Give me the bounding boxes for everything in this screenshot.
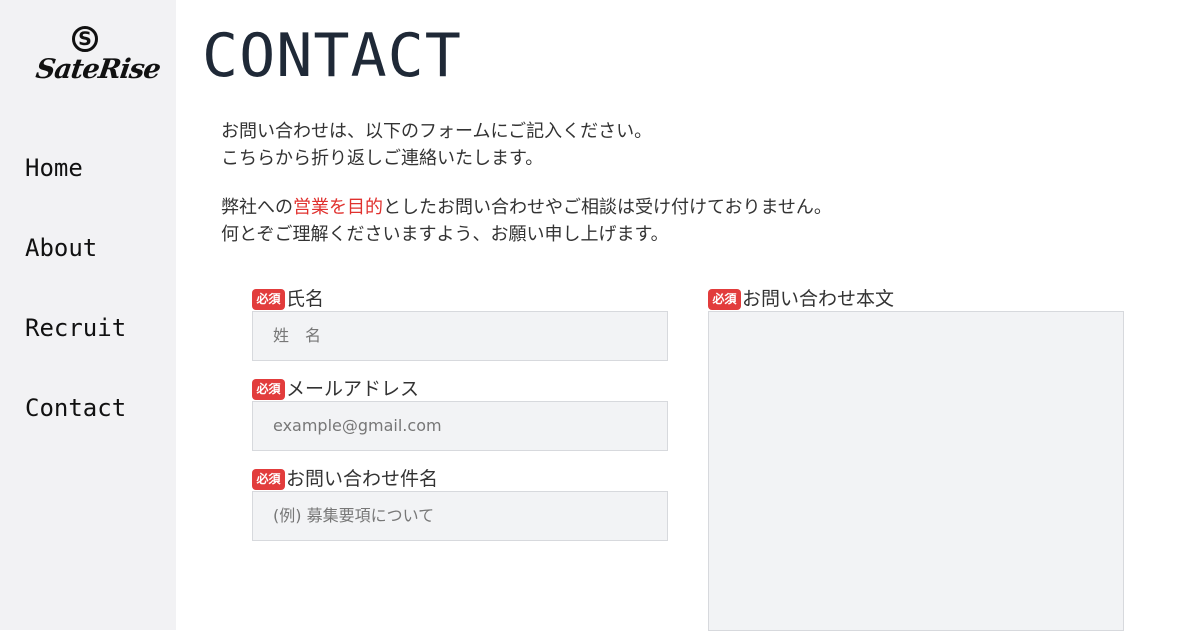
body-label: お問い合わせ本文 <box>742 288 895 310</box>
nav-item-about[interactable]: About <box>25 230 126 310</box>
intro-text: お問い合わせは、以下のフォームにご記入ください。 こちらから折り返しご連絡いたし… <box>221 118 832 270</box>
notice-highlight: 営業を目的 <box>293 197 383 218</box>
body-field-group: 必須 お問い合わせ本文 <box>708 287 1124 631</box>
intro-paragraph-2: 弊社への営業を目的としたお問い合わせやご相談は受け付けておりません。 何とぞご理… <box>221 194 832 248</box>
field-label: 必須 お問い合わせ件名 <box>252 467 668 491</box>
page-title: CONTACT <box>202 21 462 91</box>
intro-line: 何とぞご理解くださいますよう、お願い申し上げます。 <box>221 224 669 245</box>
notice-text: としたお問い合わせやご相談は受け付けておりません。 <box>383 197 832 218</box>
required-badge: 必須 <box>252 288 285 310</box>
nav-item-home[interactable]: Home <box>25 150 126 230</box>
field-label: 必須 氏名 <box>252 287 668 311</box>
subject-field-group: 必須 お問い合わせ件名 (例) 募集要項について <box>252 467 668 541</box>
email-field-group: 必須 メールアドレス example@gmail.com <box>252 377 668 451</box>
saterise-logo[interactable]: S SateRise <box>33 26 162 92</box>
logo-mark-icon: S <box>72 26 98 52</box>
email-input[interactable]: example@gmail.com <box>252 401 668 451</box>
field-label: 必須 お問い合わせ本文 <box>708 287 1124 311</box>
subject-input[interactable]: (例) 募集要項について <box>252 491 668 541</box>
message-textarea[interactable] <box>708 311 1124 631</box>
intro-line: お問い合わせは、以下のフォームにご記入ください。 <box>221 121 653 142</box>
subject-label: お問い合わせ件名 <box>286 468 439 490</box>
logo-text: SateRise <box>33 54 162 85</box>
required-badge: 必須 <box>708 288 741 310</box>
required-badge: 必須 <box>252 378 285 400</box>
required-badge: 必須 <box>252 468 285 490</box>
field-label: 必須 メールアドレス <box>252 377 668 401</box>
notice-text: 弊社への <box>221 197 293 218</box>
nav-item-contact[interactable]: Contact <box>25 390 126 470</box>
nav-item-recruit[interactable]: Recruit <box>25 310 126 390</box>
name-input[interactable]: 姓 名 <box>252 311 668 361</box>
intro-line: 弊社への営業を目的としたお問い合わせやご相談は受け付けておりません。 <box>221 194 832 221</box>
name-label: 氏名 <box>286 288 325 310</box>
main-nav: Home About Recruit Contact <box>25 150 126 470</box>
sidebar: S SateRise Home About Recruit Contact <box>0 0 176 630</box>
intro-line: こちらから折り返しご連絡いたします。 <box>221 148 544 169</box>
intro-paragraph-1: お問い合わせは、以下のフォームにご記入ください。 こちらから折り返しご連絡いたし… <box>221 118 832 172</box>
name-field-group: 必須 氏名 姓 名 <box>252 287 668 361</box>
email-label: メールアドレス <box>286 378 420 400</box>
